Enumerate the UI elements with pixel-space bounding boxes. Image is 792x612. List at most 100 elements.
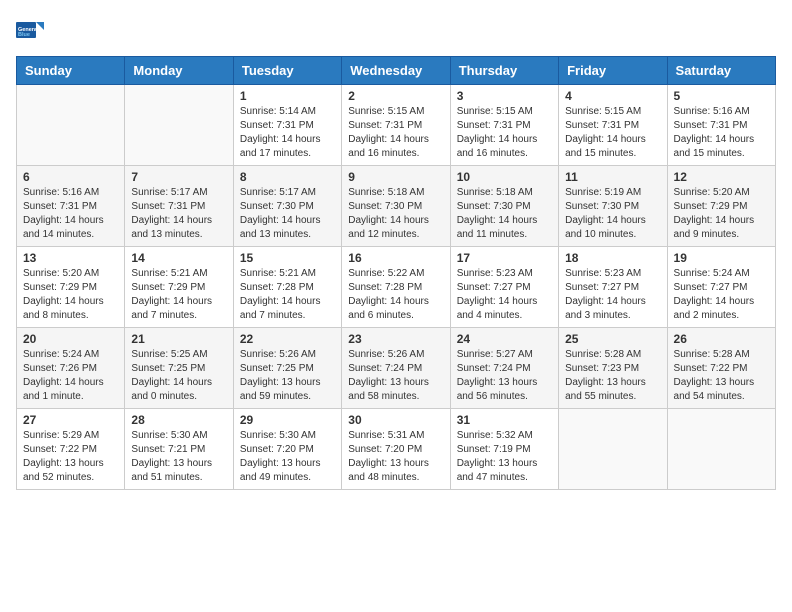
day-info: Sunrise: 5:24 AM Sunset: 7:26 PM Dayligh… — [23, 348, 118, 404]
sunrise-label: Sunrise: 5:15 AM — [348, 106, 424, 117]
day-number: 27 — [23, 413, 118, 427]
calendar-cell: 8 Sunrise: 5:17 AM Sunset: 7:30 PM Dayli… — [233, 166, 341, 247]
daylight-label: Daylight: 13 hours and 51 minutes. — [131, 458, 212, 483]
sunset-label: Sunset: 7:30 PM — [457, 201, 531, 212]
calendar-cell: 14 Sunrise: 5:21 AM Sunset: 7:29 PM Dayl… — [125, 247, 233, 328]
weekday-header-monday: Monday — [125, 57, 233, 85]
sunset-label: Sunset: 7:28 PM — [348, 282, 422, 293]
day-info: Sunrise: 5:23 AM Sunset: 7:27 PM Dayligh… — [565, 267, 660, 323]
daylight-label: Daylight: 14 hours and 1 minute. — [23, 377, 104, 402]
daylight-label: Daylight: 14 hours and 13 minutes. — [131, 215, 212, 240]
sunrise-label: Sunrise: 5:21 AM — [240, 268, 316, 279]
weekday-header-wednesday: Wednesday — [342, 57, 450, 85]
sunrise-label: Sunrise: 5:15 AM — [565, 106, 641, 117]
daylight-label: Daylight: 14 hours and 6 minutes. — [348, 296, 429, 321]
day-info: Sunrise: 5:24 AM Sunset: 7:27 PM Dayligh… — [674, 267, 769, 323]
sunset-label: Sunset: 7:21 PM — [131, 444, 205, 455]
sunrise-label: Sunrise: 5:30 AM — [240, 430, 316, 441]
day-number: 2 — [348, 89, 443, 103]
sunrise-label: Sunrise: 5:24 AM — [23, 349, 99, 360]
calendar-cell — [559, 409, 667, 490]
daylight-label: Daylight: 13 hours and 56 minutes. — [457, 377, 538, 402]
day-number: 17 — [457, 251, 552, 265]
daylight-label: Daylight: 14 hours and 7 minutes. — [240, 296, 321, 321]
sunset-label: Sunset: 7:28 PM — [240, 282, 314, 293]
sunset-label: Sunset: 7:25 PM — [131, 363, 205, 374]
sunset-label: Sunset: 7:31 PM — [240, 120, 314, 131]
day-info: Sunrise: 5:31 AM Sunset: 7:20 PM Dayligh… — [348, 429, 443, 485]
sunrise-label: Sunrise: 5:18 AM — [348, 187, 424, 198]
sunset-label: Sunset: 7:26 PM — [23, 363, 97, 374]
day-info: Sunrise: 5:30 AM Sunset: 7:21 PM Dayligh… — [131, 429, 226, 485]
sunset-label: Sunset: 7:31 PM — [565, 120, 639, 131]
daylight-label: Daylight: 14 hours and 13 minutes. — [240, 215, 321, 240]
sunset-label: Sunset: 7:30 PM — [240, 201, 314, 212]
day-number: 1 — [240, 89, 335, 103]
sunrise-label: Sunrise: 5:21 AM — [131, 268, 207, 279]
sunset-label: Sunset: 7:31 PM — [131, 201, 205, 212]
day-number: 18 — [565, 251, 660, 265]
calendar-cell: 30 Sunrise: 5:31 AM Sunset: 7:20 PM Dayl… — [342, 409, 450, 490]
sunset-label: Sunset: 7:24 PM — [348, 363, 422, 374]
day-number: 12 — [674, 170, 769, 184]
sunrise-label: Sunrise: 5:15 AM — [457, 106, 533, 117]
daylight-label: Daylight: 14 hours and 11 minutes. — [457, 215, 538, 240]
day-info: Sunrise: 5:27 AM Sunset: 7:24 PM Dayligh… — [457, 348, 552, 404]
sunrise-label: Sunrise: 5:24 AM — [674, 268, 750, 279]
day-info: Sunrise: 5:23 AM Sunset: 7:27 PM Dayligh… — [457, 267, 552, 323]
calendar-cell — [17, 85, 125, 166]
daylight-label: Daylight: 14 hours and 16 minutes. — [348, 134, 429, 159]
day-number: 11 — [565, 170, 660, 184]
day-info: Sunrise: 5:28 AM Sunset: 7:22 PM Dayligh… — [674, 348, 769, 404]
daylight-label: Daylight: 13 hours and 59 minutes. — [240, 377, 321, 402]
day-info: Sunrise: 5:29 AM Sunset: 7:22 PM Dayligh… — [23, 429, 118, 485]
calendar-cell: 20 Sunrise: 5:24 AM Sunset: 7:26 PM Dayl… — [17, 328, 125, 409]
daylight-label: Daylight: 14 hours and 2 minutes. — [674, 296, 755, 321]
header: General Blue — [16, 16, 776, 44]
day-info: Sunrise: 5:21 AM Sunset: 7:28 PM Dayligh… — [240, 267, 335, 323]
sunset-label: Sunset: 7:24 PM — [457, 363, 531, 374]
calendar-cell: 15 Sunrise: 5:21 AM Sunset: 7:28 PM Dayl… — [233, 247, 341, 328]
day-info: Sunrise: 5:26 AM Sunset: 7:24 PM Dayligh… — [348, 348, 443, 404]
daylight-label: Daylight: 14 hours and 4 minutes. — [457, 296, 538, 321]
calendar-cell — [667, 409, 775, 490]
calendar-week-row: 20 Sunrise: 5:24 AM Sunset: 7:26 PM Dayl… — [17, 328, 776, 409]
calendar-cell: 11 Sunrise: 5:19 AM Sunset: 7:30 PM Dayl… — [559, 166, 667, 247]
daylight-label: Daylight: 14 hours and 15 minutes. — [674, 134, 755, 159]
day-number: 5 — [674, 89, 769, 103]
daylight-label: Daylight: 14 hours and 17 minutes. — [240, 134, 321, 159]
day-info: Sunrise: 5:18 AM Sunset: 7:30 PM Dayligh… — [348, 186, 443, 242]
day-info: Sunrise: 5:18 AM Sunset: 7:30 PM Dayligh… — [457, 186, 552, 242]
calendar-cell: 21 Sunrise: 5:25 AM Sunset: 7:25 PM Dayl… — [125, 328, 233, 409]
day-number: 9 — [348, 170, 443, 184]
day-info: Sunrise: 5:26 AM Sunset: 7:25 PM Dayligh… — [240, 348, 335, 404]
calendar-cell: 28 Sunrise: 5:30 AM Sunset: 7:21 PM Dayl… — [125, 409, 233, 490]
sunset-label: Sunset: 7:27 PM — [457, 282, 531, 293]
daylight-label: Daylight: 14 hours and 8 minutes. — [23, 296, 104, 321]
sunrise-label: Sunrise: 5:14 AM — [240, 106, 316, 117]
calendar-week-row: 6 Sunrise: 5:16 AM Sunset: 7:31 PM Dayli… — [17, 166, 776, 247]
sunrise-label: Sunrise: 5:16 AM — [23, 187, 99, 198]
sunset-label: Sunset: 7:29 PM — [674, 201, 748, 212]
sunrise-label: Sunrise: 5:29 AM — [23, 430, 99, 441]
calendar-cell: 26 Sunrise: 5:28 AM Sunset: 7:22 PM Dayl… — [667, 328, 775, 409]
weekday-header-sunday: Sunday — [17, 57, 125, 85]
sunrise-label: Sunrise: 5:23 AM — [457, 268, 533, 279]
sunset-label: Sunset: 7:22 PM — [23, 444, 97, 455]
day-number: 28 — [131, 413, 226, 427]
calendar-cell: 2 Sunrise: 5:15 AM Sunset: 7:31 PM Dayli… — [342, 85, 450, 166]
svg-text:Blue: Blue — [18, 32, 30, 38]
day-info: Sunrise: 5:20 AM Sunset: 7:29 PM Dayligh… — [674, 186, 769, 242]
day-number: 15 — [240, 251, 335, 265]
sunrise-label: Sunrise: 5:20 AM — [674, 187, 750, 198]
sunset-label: Sunset: 7:20 PM — [240, 444, 314, 455]
logo-icon: General Blue — [16, 16, 44, 44]
sunset-label: Sunset: 7:19 PM — [457, 444, 531, 455]
calendar-cell: 23 Sunrise: 5:26 AM Sunset: 7:24 PM Dayl… — [342, 328, 450, 409]
calendar-cell: 5 Sunrise: 5:16 AM Sunset: 7:31 PM Dayli… — [667, 85, 775, 166]
calendar-cell: 24 Sunrise: 5:27 AM Sunset: 7:24 PM Dayl… — [450, 328, 558, 409]
weekday-header-row: SundayMondayTuesdayWednesdayThursdayFrid… — [17, 57, 776, 85]
calendar-cell: 19 Sunrise: 5:24 AM Sunset: 7:27 PM Dayl… — [667, 247, 775, 328]
day-info: Sunrise: 5:16 AM Sunset: 7:31 PM Dayligh… — [23, 186, 118, 242]
sunset-label: Sunset: 7:31 PM — [457, 120, 531, 131]
